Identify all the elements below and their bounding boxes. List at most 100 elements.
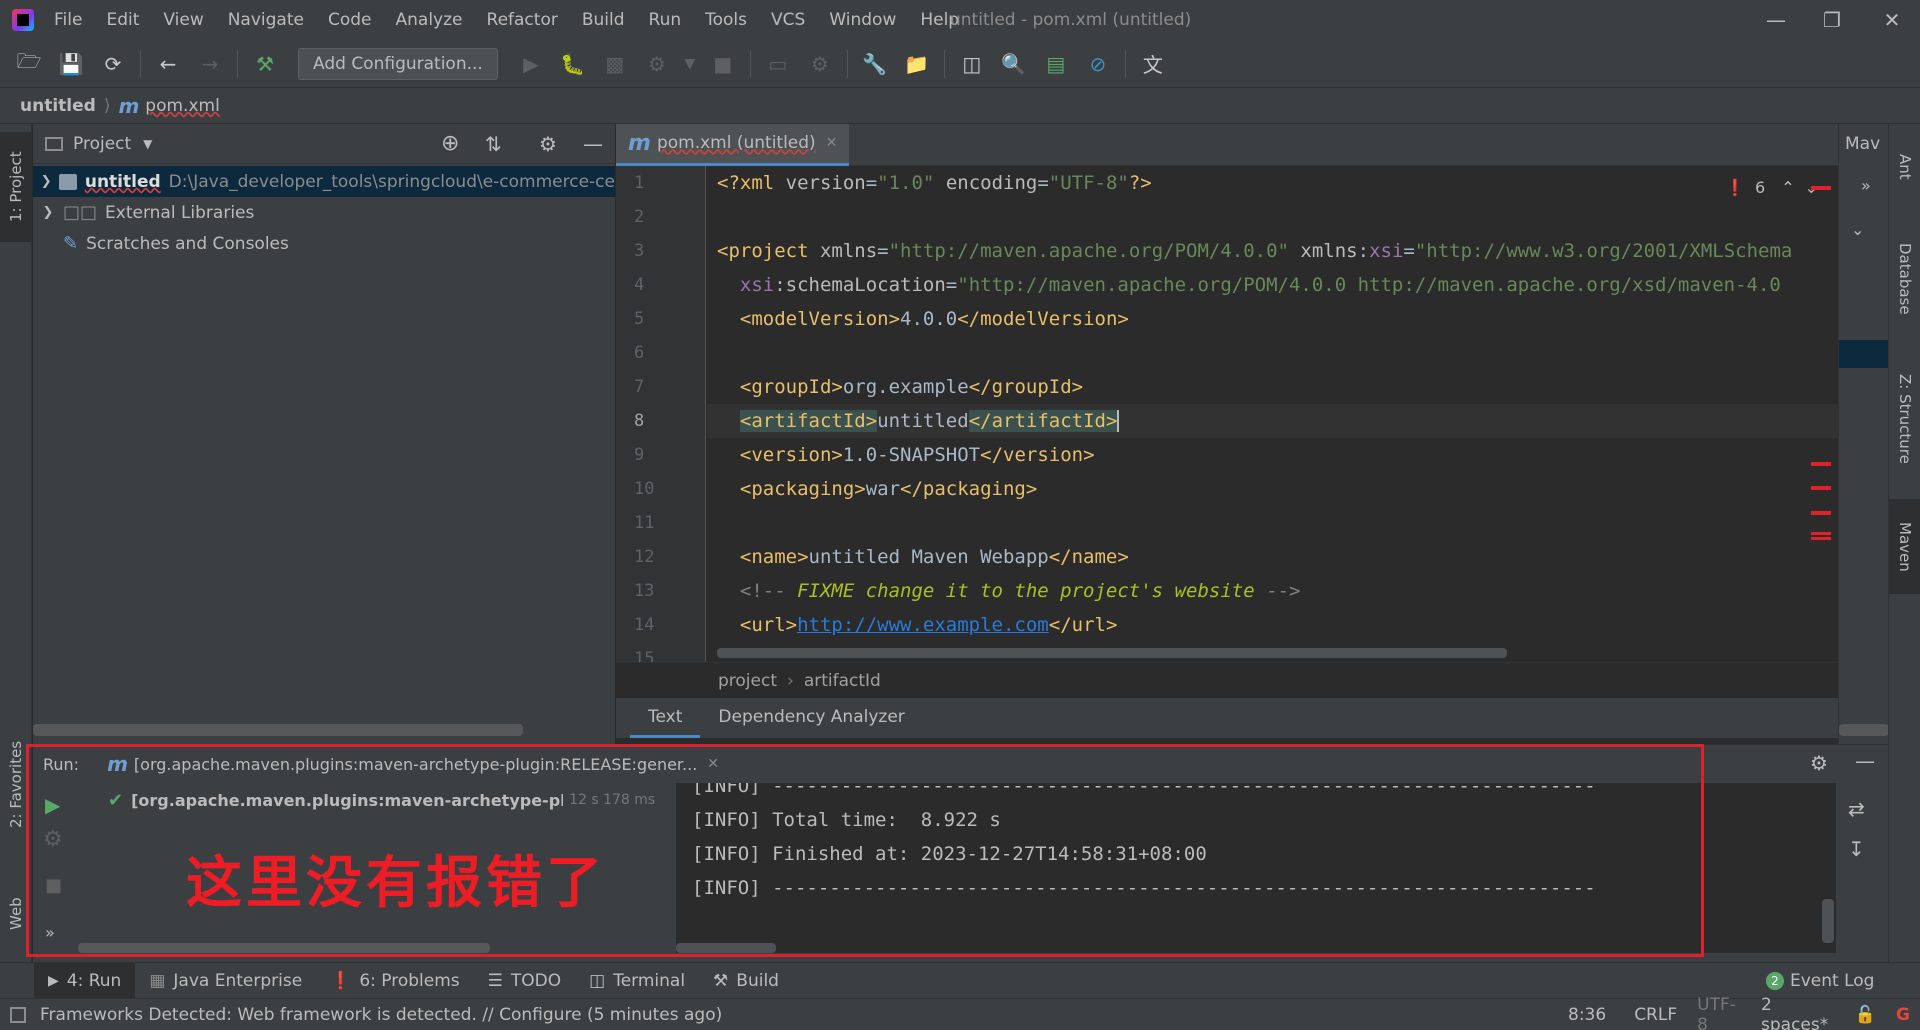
breadcrumb-artifactid-tag[interactable]: artifactId: [804, 671, 881, 691]
code-editor[interactable]: <?xml version="1.0" encoding="UTF-8"?> <…: [707, 166, 1838, 662]
minimize-icon[interactable]: —: [1748, 0, 1804, 40]
lock-icon[interactable]: 🔓: [1845, 1005, 1886, 1025]
restore-icon[interactable]: ❐: [1804, 0, 1860, 40]
build-hammer-icon[interactable]: ⚒: [248, 47, 282, 81]
chevron-right-icon[interactable]: ❯: [33, 174, 59, 189]
error-stripe-mark[interactable]: [1811, 486, 1831, 490]
error-stripe-mark[interactable]: [1811, 462, 1831, 466]
soft-wrap-icon[interactable]: ⇄: [1848, 797, 1865, 821]
chevron-right-icon[interactable]: ❯: [33, 205, 63, 220]
error-stripe-mark[interactable]: [1811, 532, 1831, 540]
error-stripe-mark[interactable]: [1811, 186, 1831, 190]
inspection-widget[interactable]: ❗ 6 ⌃ ⌄: [1725, 178, 1818, 197]
project-view-selector[interactable]: Project: [73, 134, 131, 154]
search-icon[interactable]: 🔍: [997, 47, 1031, 81]
collapse-all-icon[interactable]: ⇅: [485, 132, 502, 156]
ant-tool-tab[interactable]: Ant: [1889, 132, 1920, 202]
run-tab-title[interactable]: [org.apache.maven.plugins:maven-archetyp…: [134, 755, 697, 774]
project-tool-tab[interactable]: 1: Project: [0, 132, 32, 242]
breadcrumb-project-tag[interactable]: project: [718, 671, 777, 691]
tab-text[interactable]: Text: [630, 698, 701, 738]
translate-icon[interactable]: 文: [1136, 47, 1170, 81]
profile-icon[interactable]: ⚙: [640, 47, 674, 81]
menu-tools[interactable]: Tools: [693, 0, 759, 40]
file-encoding[interactable]: UTF-8: [1687, 995, 1751, 1030]
debug-icon[interactable]: 🐛: [556, 47, 590, 81]
close-tab-icon[interactable]: ✕: [826, 135, 838, 151]
chevron-down-icon[interactable]: ▼: [682, 47, 698, 81]
caret-position[interactable]: 8:36: [1558, 1005, 1616, 1025]
tool-window-run[interactable]: ▶ 4: Run: [34, 962, 136, 999]
tool-window-build[interactable]: ⚒ Build: [699, 963, 793, 999]
menu-analyze[interactable]: Analyze: [384, 0, 475, 40]
gear-icon[interactable]: ⚙: [539, 132, 557, 156]
tree-item-external-libraries[interactable]: ❯ □□ External Libraries: [33, 197, 615, 228]
structure-tool-tab[interactable]: Z: Structure: [1889, 354, 1920, 484]
chevron-right-icon[interactable]: »: [45, 923, 55, 942]
project-structure-icon[interactable]: 📁: [900, 47, 934, 81]
tool-window-java-enterprise[interactable]: ▦ Java Enterprise: [135, 963, 316, 999]
google-icon[interactable]: G: [1886, 1005, 1920, 1025]
menu-run[interactable]: Run: [637, 0, 694, 40]
indent-setting[interactable]: 2 spaces*: [1751, 995, 1845, 1030]
stop-icon[interactable]: ■: [706, 47, 740, 81]
menu-file[interactable]: File: [42, 0, 94, 40]
coverage-icon[interactable]: ▩: [598, 47, 632, 81]
scroll-to-end-icon[interactable]: ↧: [1848, 837, 1865, 861]
horizontal-scrollbar[interactable]: [33, 724, 523, 736]
hide-panel-icon[interactable]: —: [1855, 749, 1875, 773]
menu-window[interactable]: Window: [817, 0, 908, 40]
chevron-right-icon[interactable]: »: [1861, 176, 1871, 195]
terminal-window-icon[interactable]: ◫: [955, 47, 989, 81]
horizontal-scrollbar[interactable]: [676, 943, 776, 953]
console-output[interactable]: [INFO] ---------------------------------…: [676, 783, 1836, 953]
tool-windows-toggle-icon[interactable]: [10, 1006, 26, 1023]
tool-window-event-log[interactable]: 2 Event Log: [1752, 963, 1888, 999]
power-save-icon[interactable]: ⊘: [1081, 47, 1115, 81]
error-stripe-mark[interactable]: [1811, 511, 1831, 515]
horizontal-scrollbar[interactable]: [78, 943, 490, 953]
rerun-icon[interactable]: ▶: [45, 793, 60, 817]
menu-vcs[interactable]: VCS: [759, 0, 817, 40]
back-icon[interactable]: ←: [151, 47, 185, 81]
tree-item-scratches[interactable]: ✎ Scratches and Consoles: [33, 228, 615, 259]
web-tool-tab[interactable]: Web: [0, 879, 32, 949]
run-tree-item[interactable]: ✔ [org.apache.maven.plugins:maven-archet…: [78, 783, 675, 817]
forward-icon[interactable]: →: [193, 47, 227, 81]
activity-monitor-icon[interactable]: ▤: [1039, 47, 1073, 81]
stop-icon[interactable]: ■: [45, 875, 62, 896]
save-all-icon[interactable]: 💾: [54, 47, 88, 81]
run-icon[interactable]: ▶: [514, 47, 548, 81]
horizontal-scrollbar[interactable]: [1839, 724, 1889, 736]
breadcrumb-project[interactable]: untitled: [20, 96, 96, 116]
locate-icon[interactable]: ⊕: [441, 131, 459, 156]
menu-code[interactable]: Code: [316, 0, 384, 40]
menu-refactor[interactable]: Refactor: [475, 0, 570, 40]
maven-tool-tab[interactable]: Maven: [1889, 499, 1920, 594]
chevron-down-icon[interactable]: ▼: [143, 137, 152, 151]
tool-window-todo[interactable]: ☰ TODO: [474, 963, 576, 999]
line-separator[interactable]: CRLF: [1624, 1005, 1687, 1025]
add-configuration-button[interactable]: Add Configuration...: [298, 47, 498, 80]
close-tab-icon[interactable]: ✕: [707, 756, 719, 772]
services-icon[interactable]: ⚙: [803, 47, 837, 81]
tab-pom-xml[interactable]: m pom.xml (untitled) ✕: [616, 123, 850, 166]
tree-item-untitled[interactable]: ❯ untitled D:\Java_developer_tools\sprin…: [33, 166, 615, 197]
vertical-scrollbar[interactable]: [1822, 899, 1834, 943]
open-folder-icon[interactable]: 🗁: [12, 47, 46, 81]
menu-build[interactable]: Build: [570, 0, 637, 40]
close-window-icon[interactable]: ✕: [1864, 0, 1920, 40]
debug-icon[interactable]: ⚙: [43, 827, 63, 852]
code-link[interactable]: http://www.example.com: [797, 614, 1049, 636]
horizontal-scrollbar[interactable]: [717, 648, 1507, 658]
maven-selected-row[interactable]: [1839, 340, 1889, 368]
favorites-tool-tab[interactable]: 2: Favorites: [0, 729, 32, 839]
tool-window-problems[interactable]: ❗ 6: Problems: [316, 963, 473, 999]
chevron-down-icon[interactable]: ⌄: [1851, 220, 1864, 239]
tab-dependency-analyzer[interactable]: Dependency Analyzer: [700, 698, 922, 738]
database-tool-tab[interactable]: Database: [1889, 219, 1920, 339]
device-icon[interactable]: ▭: [761, 47, 795, 81]
hide-panel-icon[interactable]: —: [583, 132, 603, 156]
menu-view[interactable]: View: [151, 0, 215, 40]
breadcrumb-file[interactable]: pom.xml: [145, 96, 220, 116]
